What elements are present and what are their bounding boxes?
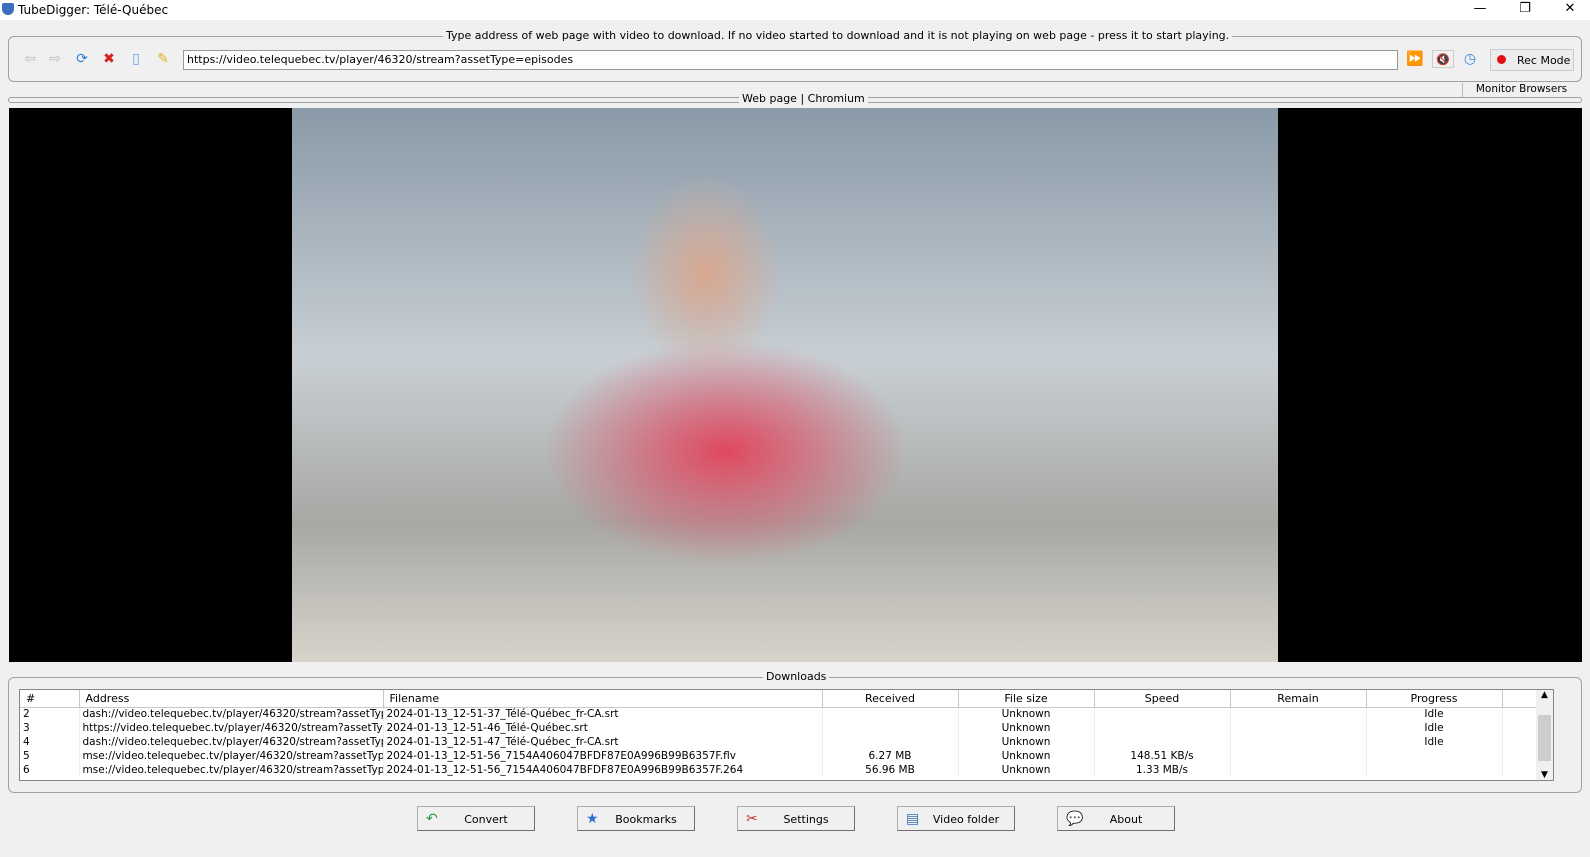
table-cell: 2024-01-13_12-51-47_Télé-Québec_fr-CA.sr…: [383, 735, 823, 749]
table-cell: [1094, 707, 1231, 721]
about-button[interactable]: 💬 About: [1057, 806, 1175, 831]
table-cell: [1366, 749, 1503, 763]
table-cell: mse://video.telequebec.tv/player/46320/s…: [79, 749, 384, 763]
table-cell: Unknown: [958, 721, 1095, 735]
bookmarks-button[interactable]: ★ Bookmarks: [577, 806, 695, 831]
table-row[interactable]: 5 mse://video.telequebec.tv/player/46320/…: [20, 749, 1553, 763]
webpage-label: Web page | Chromium: [739, 92, 868, 105]
app-icon: [2, 3, 14, 15]
table-cell: 148.51 KB/s: [1094, 749, 1231, 763]
downloads-table[interactable]: # Address Filename Received File size Speed Re…: [19, 689, 1554, 781]
webpage-group: Web page | Chromium: [8, 92, 1582, 105]
table-cell: [1094, 721, 1231, 735]
web-page-view[interactable]: [9, 108, 1582, 662]
title-bar: TubeDigger: Télé-Québec — ❐ ✕: [0, 0, 1590, 20]
url-input[interactable]: https://video.telequebec.tv/player/46320…: [183, 50, 1398, 70]
restore-button[interactable]: ❐: [1505, 0, 1545, 20]
column-header[interactable]: Filename: [383, 690, 823, 708]
table-cell: dash://video.telequebec.tv/player/46320/…: [79, 735, 384, 749]
table-cell: 5: [20, 749, 80, 763]
table-cell: Idle: [1366, 707, 1503, 721]
window-title: TubeDigger: Télé-Québec: [18, 3, 169, 17]
table-cell: Idle: [1366, 735, 1503, 749]
table-cell: [1230, 735, 1367, 749]
table-cell: [1094, 735, 1231, 749]
rec-mode-label: Rec Mode: [1517, 54, 1571, 67]
clock-icon[interactable]: ◷: [1461, 50, 1479, 68]
forward-icon[interactable]: ⇨: [46, 50, 64, 68]
table-row[interactable]: 6 mse://video.telequebec.tv/player/46320/…: [20, 763, 1553, 777]
back-icon[interactable]: ⇦: [21, 50, 39, 68]
table-cell: [1230, 721, 1367, 735]
table-cell: [822, 707, 959, 721]
scrollbar-thumb[interactable]: [1538, 715, 1551, 761]
close-button[interactable]: ✕: [1550, 0, 1590, 20]
column-header[interactable]: Received: [822, 690, 959, 708]
table-cell: 56.96 MB: [822, 763, 959, 777]
rec-mode-button[interactable]: Rec Mode: [1490, 49, 1574, 71]
video-frame[interactable]: [292, 108, 1278, 662]
table-cell: [1230, 749, 1367, 763]
table-cell: Unknown: [958, 735, 1095, 749]
column-header[interactable]: Speed: [1094, 690, 1231, 708]
table-cell: [1230, 707, 1367, 721]
minimize-button[interactable]: —: [1460, 0, 1500, 20]
table-cell: https://video.telequebec.tv/player/46320…: [79, 721, 384, 735]
column-header[interactable]: Address: [79, 690, 384, 708]
scroll-up-icon[interactable]: ▲: [1536, 690, 1553, 700]
address-hint: Type address of web page with video to d…: [443, 29, 1233, 42]
monitor-browsers-tab[interactable]: Monitor Browsers: [1462, 83, 1580, 97]
table-cell: 2: [20, 707, 80, 721]
table-cell: [1230, 763, 1367, 777]
new-page-icon[interactable]: ▯: [127, 50, 145, 68]
table-cell: 2024-01-13_12-51-56_7154A406047BFDF87E0A…: [383, 749, 823, 763]
table-cell: 1.33 MB/s: [1094, 763, 1231, 777]
column-header[interactable]: Progress: [1366, 690, 1503, 708]
table-cell: 4: [20, 735, 80, 749]
table-cell: Unknown: [958, 749, 1095, 763]
convert-button[interactable]: ↶ Convert: [417, 806, 535, 831]
go-icon[interactable]: ⏩: [1406, 50, 1424, 68]
table-cell: [1366, 763, 1503, 777]
table-cell: [822, 721, 959, 735]
settings-button[interactable]: ✂ Settings: [737, 806, 855, 831]
column-header[interactable]: File size: [958, 690, 1095, 708]
table-cell: dash://video.telequebec.tv/player/46320/…: [79, 707, 384, 721]
table-cell: 2024-01-13_12-51-37_Télé-Québec_fr-CA.sr…: [383, 707, 823, 721]
table-cell: 2024-01-13_12-51-56_7154A406047BFDF87E0A…: [383, 763, 823, 777]
table-row[interactable]: 4 dash://video.telequebec.tv/player/46320…: [20, 735, 1553, 749]
table-cell: 6.27 MB: [822, 749, 959, 763]
scrollbar[interactable]: ▲ ▼: [1536, 690, 1553, 780]
scroll-down-icon[interactable]: ▼: [1536, 770, 1553, 780]
table-cell: [822, 735, 959, 749]
table-cell: Unknown: [958, 763, 1095, 777]
table-cell: 3: [20, 721, 80, 735]
mute-icon[interactable]: 🔇: [1432, 50, 1454, 68]
column-header[interactable]: #: [20, 690, 80, 708]
downloads-label: Downloads: [763, 670, 830, 683]
table-cell: Unknown: [958, 707, 1095, 721]
table-cell: mse://video.telequebec.tv/player/46320/s…: [79, 763, 384, 777]
refresh-icon[interactable]: ⟳: [73, 50, 91, 68]
record-icon: [1497, 55, 1506, 64]
table-cell: Idle: [1366, 721, 1503, 735]
table-cell: 2024-01-13_12-51-46_Télé-Québec.srt: [383, 721, 823, 735]
video-folder-button[interactable]: ▤ Video folder: [897, 806, 1015, 831]
stop-icon[interactable]: ✖: [100, 50, 118, 68]
column-header[interactable]: Remain: [1230, 690, 1367, 708]
table-row[interactable]: 2 dash://video.telequebec.tv/player/46320…: [20, 707, 1553, 721]
table-row[interactable]: 3 https://video.telequebec.tv/player/4632…: [20, 721, 1553, 735]
clear-broom-icon[interactable]: ✎: [154, 50, 172, 68]
table-cell: 6: [20, 763, 80, 777]
